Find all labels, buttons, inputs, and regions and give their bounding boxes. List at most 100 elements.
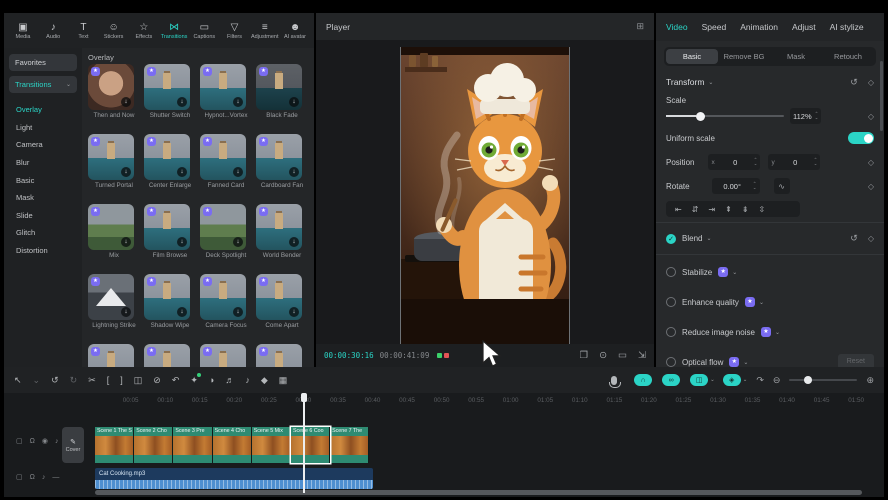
transition-item[interactable]: ★ ↓ xyxy=(200,344,252,367)
category-item[interactable]: Overlay xyxy=(4,101,82,119)
tab-ai-avatar[interactable]: ☻ AI avatar xyxy=(280,22,310,40)
download-icon[interactable]: ↓ xyxy=(233,307,243,317)
step-down-icon[interactable]: ⌄ xyxy=(815,116,819,120)
properties-subtab[interactable]: Retouch xyxy=(822,49,874,64)
trim-right-icon[interactable]: ] xyxy=(120,375,123,385)
category-item[interactable]: Mask xyxy=(4,189,82,207)
transition-item[interactable]: ★ ↓ Center Enlarge xyxy=(144,134,196,204)
tab-audio[interactable]: ♪ Audio xyxy=(38,22,68,40)
transition-item[interactable]: ★ ↓ Deck Spotlight xyxy=(200,204,252,274)
blend-checkbox[interactable]: ✓ xyxy=(666,234,676,244)
sidebar-transitions-group[interactable]: Transitions ⌄ xyxy=(9,76,77,93)
rotate-value-box[interactable]: 0.00° ⌃⌄ xyxy=(712,178,760,194)
category-item[interactable]: Blur xyxy=(4,154,82,172)
timeline-clip[interactable]: Scene 1 The S xyxy=(95,427,134,463)
download-icon[interactable]: ↓ xyxy=(289,237,299,247)
tab-captions[interactable]: ▭ Captions xyxy=(189,22,219,40)
transition-item[interactable]: ★ ↓ Black Fade xyxy=(256,64,308,134)
download-icon[interactable]: ↓ xyxy=(121,307,131,317)
step-down-icon[interactable]: ⌄ xyxy=(814,162,818,166)
chevron-down-icon[interactable]: ⌄ xyxy=(759,299,764,306)
position-x-box[interactable]: x 0 ⌃⌄ xyxy=(708,154,760,170)
freeze-frame-icon[interactable]: ◫ xyxy=(134,375,143,386)
reverse-icon[interactable]: ↶ xyxy=(172,375,180,386)
timeline-clip[interactable]: Scene 3 Pre xyxy=(173,427,212,463)
properties-tab[interactable]: AI stylize xyxy=(830,22,864,32)
render-quality-indicator[interactable] xyxy=(437,353,449,358)
transition-item[interactable]: ★ ↓ Shutter Switch xyxy=(144,64,196,134)
timeline-clip[interactable]: Scene 5 Mix xyxy=(252,427,291,463)
voiceover-mic-icon[interactable] xyxy=(611,376,617,385)
fullscreen-icon[interactable]: ⇲ xyxy=(638,350,646,361)
panel-scrollbar[interactable] xyxy=(880,61,883,131)
transition-item[interactable]: ★ ↓ Cardboard Fan xyxy=(256,134,308,204)
timeline-clip[interactable]: Scene 2 Cho xyxy=(134,427,173,463)
transform-section-title[interactable]: Transform xyxy=(666,77,704,87)
tab-adjustment[interactable]: ≡ Adjustment xyxy=(250,22,280,40)
collapse-track-icon[interactable]: — xyxy=(52,474,59,481)
delete-icon[interactable]: ⊘ xyxy=(153,375,161,386)
download-icon[interactable]: ↓ xyxy=(177,167,187,177)
rotate-knob-icon[interactable]: ∿ xyxy=(774,178,790,194)
download-icon[interactable]: ↓ xyxy=(289,167,299,177)
align-top-icon[interactable]: ⇞ xyxy=(725,205,732,214)
transition-item[interactable]: ★ ↓ Hypnot...Vortex xyxy=(200,64,252,134)
tab-transitions[interactable]: ⋈ Transitions xyxy=(159,22,189,40)
playhead[interactable] xyxy=(303,393,305,493)
select-tool-caret[interactable]: ⌄ xyxy=(33,375,41,386)
transition-item[interactable]: ★ ↓ Mix xyxy=(88,204,140,274)
properties-subtab[interactable]: Remove BG xyxy=(718,49,770,64)
transition-item[interactable]: ★ ↓ World Bender xyxy=(256,204,308,274)
uniform-scale-toggle[interactable] xyxy=(848,132,874,144)
transition-item[interactable]: ★ ↓ xyxy=(88,344,140,367)
chevron-down-icon[interactable]: ⌄ xyxy=(706,235,711,242)
transition-item[interactable]: ★ ↓ Turned Portal xyxy=(88,134,140,204)
smart-tools-icon[interactable]: ✦ xyxy=(190,375,198,386)
snap-magnet-icon[interactable]: ∩ xyxy=(634,374,654,386)
download-icon[interactable]: ↓ xyxy=(121,97,131,107)
reset-blend-icon[interactable]: ↺ xyxy=(850,233,858,244)
transition-item[interactable]: ★ ↓ Shadow Wipe xyxy=(144,274,196,344)
download-icon[interactable]: ↓ xyxy=(233,237,243,247)
transition-item[interactable]: ★ ↓ xyxy=(144,344,196,367)
properties-subtab[interactable]: Basic xyxy=(666,49,718,64)
timeline-zoom-slider[interactable] xyxy=(789,379,857,381)
sidebar-favorites[interactable]: Favorites xyxy=(9,54,77,71)
full-screen-preview-icon[interactable]: ⊙ xyxy=(599,350,607,361)
download-icon[interactable]: ↓ xyxy=(289,307,299,317)
timeline-clip[interactable]: Scene 7 The xyxy=(330,427,369,463)
row-checkbox[interactable] xyxy=(666,267,676,277)
reset-transform-icon[interactable]: ↺ xyxy=(850,77,858,88)
link-clips-icon[interactable]: ∞ xyxy=(662,374,682,386)
properties-tab[interactable]: Video xyxy=(666,22,688,32)
trim-left-icon[interactable]: [ xyxy=(107,375,110,385)
chevron-down-icon[interactable]: ⌄ xyxy=(743,359,748,366)
mirror-preview-icon[interactable]: ❐ xyxy=(580,350,589,361)
properties-tab[interactable]: Speed xyxy=(702,22,727,32)
player-menu-icon[interactable]: ⊞ xyxy=(636,21,644,32)
scale-slider[interactable] xyxy=(666,115,784,117)
download-icon[interactable]: ↓ xyxy=(233,167,243,177)
download-icon[interactable]: ↓ xyxy=(177,237,187,247)
audio-clip[interactable]: Cat Cooking.mp3 xyxy=(95,468,373,489)
chevron-down-icon[interactable]: ⌄ xyxy=(732,269,737,276)
align-bottom-icon[interactable]: ⇟ xyxy=(742,205,749,214)
mute-track-icon[interactable]: ♪ xyxy=(55,438,59,445)
clip-volume-icon[interactable]: ♬ xyxy=(225,375,234,385)
align-right-icon[interactable]: ⇥ xyxy=(708,205,715,214)
category-item[interactable]: Distortion xyxy=(4,242,82,260)
timeline-clip[interactable]: Scene 6 Coo xyxy=(291,427,330,463)
keyframe-icon[interactable]: ◆ xyxy=(261,375,268,386)
timeline-options-icon[interactable]: ◈ ⌄ xyxy=(723,374,748,386)
transition-item[interactable]: ★ ↓ Film Browse xyxy=(144,204,196,274)
step-down-icon[interactable]: ⌄ xyxy=(753,186,757,190)
properties-subtab[interactable]: Mask xyxy=(770,49,822,64)
category-item[interactable]: Glitch xyxy=(4,224,82,242)
chevron-down-icon[interactable]: ⌄ xyxy=(775,329,780,336)
select-tool-icon[interactable]: ↖ xyxy=(14,375,22,386)
video-preview[interactable] xyxy=(400,47,570,349)
download-icon[interactable]: ↓ xyxy=(289,97,299,107)
category-item[interactable]: Light xyxy=(4,119,82,137)
scale-value-box[interactable]: 112% ⌃⌄ xyxy=(790,108,821,124)
position-y-box[interactable]: y 0 ⌃⌄ xyxy=(768,154,820,170)
